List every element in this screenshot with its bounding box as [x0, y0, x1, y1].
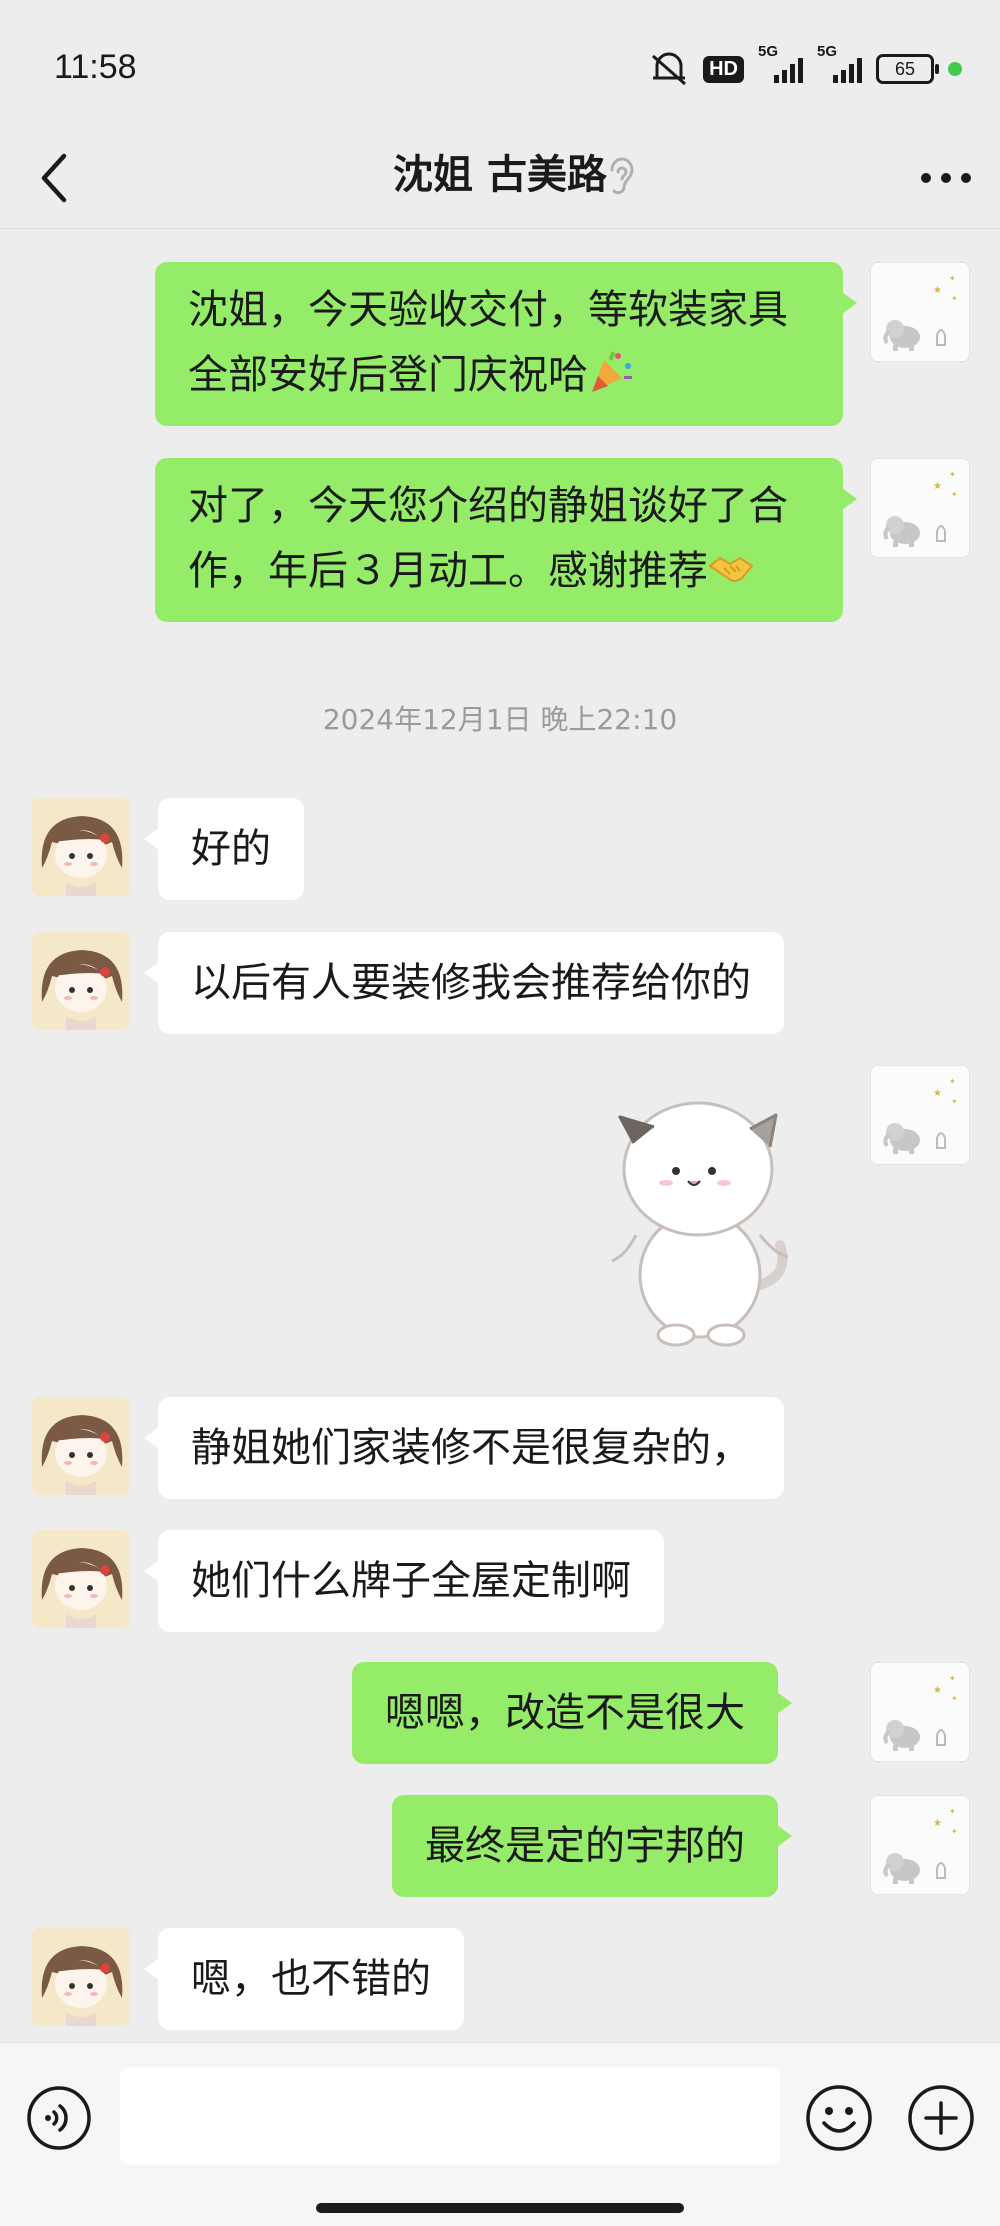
elephant-avatar-icon: ★ ✦ ✦ [871, 459, 969, 557]
sent-message[interactable]: 沈姐，今天验收交付，等软装家具全部安好后登门庆祝哈 [155, 262, 857, 426]
message-text: 静姐她们家装修不是很复杂的， [191, 1425, 751, 1471]
svg-text:★: ★ [933, 1685, 942, 1696]
svg-text:✦: ✦ [951, 1097, 958, 1106]
girl-avatar-icon [32, 1397, 130, 1495]
mute-icon [652, 52, 687, 86]
status-icons: HD 5G 5G 65 [649, 43, 962, 86]
elephant-avatar-icon: ★ ✦ ✦ [871, 263, 969, 361]
received-message[interactable]: 以后有人要装修我会推荐给你的 [144, 932, 784, 1034]
message-input[interactable] [120, 2067, 780, 2165]
svg-text:✦: ✦ [949, 470, 956, 479]
chat-timestamp: 2024年12月1日 晚上22:10 [322, 703, 678, 736]
message-text: 以后有人要装修我会推荐给你的 [191, 960, 751, 1006]
svg-text:★: ★ [933, 1088, 942, 1099]
svg-text:★: ★ [933, 481, 942, 492]
ear-icon [610, 157, 634, 195]
received-message[interactable]: 嗯，也不错的 [144, 1928, 464, 2030]
chat-header: 沈姐 古美路 [0, 130, 1000, 230]
signal-icon-1: 5G [758, 43, 803, 83]
network-label-2: 5G [817, 43, 838, 60]
sent-message[interactable]: 对了，今天您介绍的静姐谈好了合作，年后３月动工。感谢推荐 [155, 458, 857, 622]
cat-sticker-icon[interactable] [600, 1085, 800, 1353]
girl-avatar-icon [32, 1928, 130, 2026]
svg-text:★: ★ [933, 1818, 942, 1829]
svg-text:✦: ✦ [949, 1077, 956, 1086]
received-message[interactable]: 好的 [144, 798, 304, 900]
sent-message-text-wrap: 沈姐，今天验收交付，等软装家具全部安好后登门庆祝哈 [188, 262, 810, 408]
header-divider [0, 228, 1000, 229]
girl-avatar-icon [32, 932, 130, 1030]
svg-text:✦: ✦ [949, 1807, 956, 1816]
contact-avatar[interactable] [32, 1530, 130, 1628]
handshake-icon [708, 556, 754, 582]
message-text: 对了，今天您介绍的静姐谈好了合作，年后３月动工。感谢推荐 [188, 483, 788, 594]
contact-avatar[interactable] [32, 798, 130, 896]
elephant-avatar-icon: ★ ✦ ✦ [871, 1066, 969, 1164]
sent-message[interactable]: 最终是定的宇邦的 [392, 1795, 792, 1897]
contact-avatar[interactable] [32, 1928, 130, 2026]
my-avatar[interactable]: ★ ✦ ✦ [870, 1795, 970, 1895]
my-avatar[interactable]: ★ ✦ ✦ [870, 262, 970, 362]
status-time: 11:58 [54, 48, 137, 86]
svg-text:✦: ✦ [949, 274, 956, 283]
my-avatar[interactable]: ★ ✦ ✦ [870, 1065, 970, 1165]
signal-icon-2: 5G [817, 43, 862, 83]
more-icon[interactable] [918, 160, 974, 196]
message-text: 她们什么牌子全屋定制啊 [191, 1558, 631, 1604]
girl-avatar-icon [32, 798, 130, 896]
message-text: 嗯嗯，改造不是很大 [385, 1690, 745, 1736]
plus-icon[interactable] [906, 2083, 976, 2153]
message-text: 好的 [191, 826, 271, 872]
received-message[interactable]: 静姐她们家装修不是很复杂的， [144, 1397, 784, 1499]
message-text: 最终是定的宇邦的 [425, 1823, 745, 1869]
my-avatar[interactable]: ★ ✦ ✦ [870, 1662, 970, 1762]
svg-text:★: ★ [933, 285, 942, 296]
status-dot [948, 62, 962, 76]
svg-text:✦: ✦ [951, 490, 958, 499]
battery-indicator: 65 [876, 54, 939, 84]
network-label-1: 5G [758, 43, 779, 60]
home-indicator[interactable] [316, 2203, 684, 2213]
status-bar: 11:58 HD 5G 5G 65 [0, 0, 1000, 130]
svg-text:✦: ✦ [949, 1674, 956, 1683]
my-avatar[interactable]: ★ ✦ ✦ [870, 458, 970, 558]
party-popper-icon [592, 351, 632, 392]
sent-message[interactable]: 嗯嗯，改造不是很大 [352, 1662, 792, 1764]
svg-text:✦: ✦ [951, 1694, 958, 1703]
svg-text:✦: ✦ [951, 294, 958, 303]
hd-badge: HD [703, 55, 744, 83]
elephant-avatar-icon: ★ ✦ ✦ [871, 1796, 969, 1894]
message-text: 嗯，也不错的 [191, 1956, 431, 2002]
sent-message-text-wrap: 对了，今天您介绍的静姐谈好了合作，年后３月动工。感谢推荐 [188, 458, 810, 604]
chat-title: 沈姐 古美路 [393, 152, 607, 198]
received-message[interactable]: 她们什么牌子全屋定制啊 [144, 1530, 664, 1632]
svg-text:✦: ✦ [951, 1827, 958, 1836]
emoji-icon[interactable] [804, 2083, 874, 2153]
voice-icon[interactable] [26, 2085, 92, 2151]
contact-avatar[interactable] [32, 932, 130, 1030]
contact-avatar[interactable] [32, 1397, 130, 1495]
elephant-avatar-icon: ★ ✦ ✦ [871, 1663, 969, 1761]
input-bar [0, 2042, 1000, 2226]
girl-avatar-icon [32, 1530, 130, 1628]
message-text: 沈姐，今天验收交付，等软装家具全部安好后登门庆祝哈 [188, 287, 788, 398]
